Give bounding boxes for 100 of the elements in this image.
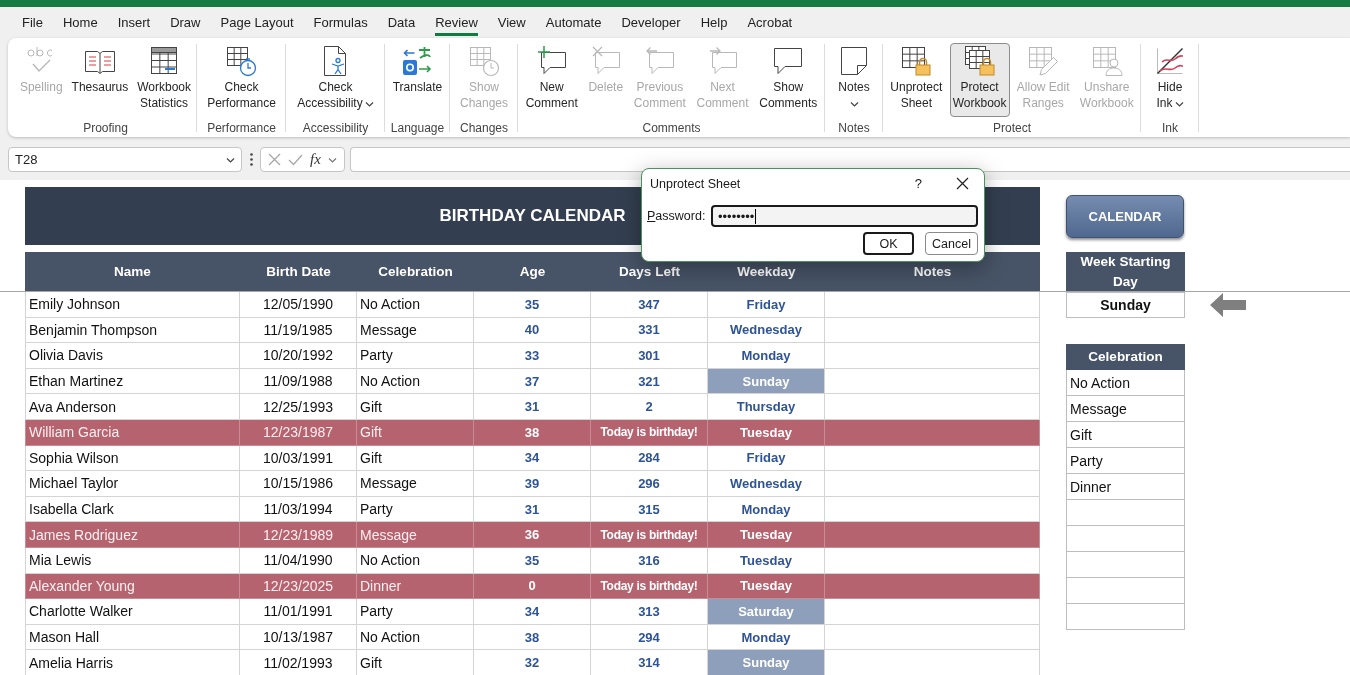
menu-tab[interactable]: Draw bbox=[160, 7, 211, 38]
days-left-value: 2 bbox=[591, 394, 708, 420]
unprotect-sheet-button[interactable]: Unprotect Sheet bbox=[887, 43, 946, 117]
celebration-option: Message bbox=[1066, 396, 1185, 422]
celebration-type: No Action bbox=[357, 547, 474, 574]
table-person-icon bbox=[1090, 45, 1123, 77]
person-name: James Rodriguez bbox=[25, 522, 240, 548]
days-left-value: 296 bbox=[591, 471, 708, 497]
menu-tab[interactable]: Page Layout bbox=[210, 7, 304, 38]
celebration-option: Dinner bbox=[1066, 474, 1185, 500]
menu-tab[interactable]: Home bbox=[52, 7, 108, 38]
weekday-value: Thursday bbox=[708, 394, 825, 420]
weekday-value: Tuesday bbox=[708, 419, 825, 446]
celebration-type: Message bbox=[357, 471, 474, 497]
column-header: Celebration bbox=[357, 252, 474, 291]
menu-tab[interactable]: Acrobat bbox=[737, 7, 803, 38]
person-name: Michael Taylor bbox=[25, 471, 240, 497]
birth-date: 10/20/1992 bbox=[240, 343, 357, 369]
birth-date: 11/04/1990 bbox=[240, 547, 357, 574]
person-name: Olivia Davis bbox=[25, 343, 240, 369]
weekday-value: Saturday bbox=[708, 599, 825, 625]
panel-header: Week Starting Day bbox=[1066, 252, 1185, 291]
weekday-value: Sunday bbox=[708, 368, 825, 395]
birth-date: 11/01/1991 bbox=[240, 599, 357, 625]
age-value: 35 bbox=[474, 547, 591, 574]
person-name: Amelia Harris bbox=[25, 650, 240, 675]
age-value: 36 bbox=[474, 522, 591, 548]
menu-tab[interactable]: Data bbox=[377, 7, 426, 38]
workbook-statistics-button[interactable]: Workbook Statistics bbox=[134, 43, 195, 117]
person-name: Ava Anderson bbox=[25, 394, 240, 420]
speech-bubble-icon bbox=[772, 45, 805, 77]
week-start-value: Sunday bbox=[1066, 292, 1185, 318]
cancel-icon[interactable] bbox=[268, 153, 281, 166]
age-value: 38 bbox=[474, 419, 591, 446]
password-field[interactable]: •••••••• bbox=[711, 205, 978, 227]
days-left-value: Today is birthday! bbox=[591, 522, 708, 548]
menu-tab[interactable]: Automate bbox=[535, 7, 612, 38]
chevron-down-icon[interactable] bbox=[226, 156, 235, 163]
chevron-down-icon[interactable] bbox=[327, 156, 337, 163]
weekday-value: Wednesday bbox=[708, 471, 825, 497]
table-stopwatch-icon bbox=[225, 45, 258, 77]
menu-tab[interactable]: File bbox=[12, 7, 53, 38]
celebration-option: Gift bbox=[1066, 422, 1185, 448]
note-icon bbox=[838, 45, 870, 77]
panel-header: Celebration bbox=[1066, 344, 1185, 370]
cancel-button[interactable]: Cancel bbox=[925, 232, 978, 255]
formula-input[interactable] bbox=[350, 147, 1350, 172]
close-icon[interactable] bbox=[956, 177, 969, 190]
protect-workbook-button[interactable]: Protect Workbook bbox=[949, 43, 1010, 117]
age-value: 34 bbox=[474, 599, 591, 625]
calendar-button[interactable]: CALENDAR bbox=[1066, 195, 1184, 238]
celebration-type: Gift bbox=[357, 650, 474, 675]
age-value: 33 bbox=[474, 343, 591, 369]
menu-tab[interactable]: Developer bbox=[611, 7, 691, 38]
stacked-tables-lock-icon bbox=[963, 45, 996, 77]
password-label: Password: bbox=[647, 209, 707, 223]
speech-bubble-plus-icon bbox=[535, 45, 568, 77]
ribbon-group-label: Comments bbox=[641, 120, 702, 136]
hide-ink-button[interactable]: Hide Ink bbox=[1151, 43, 1189, 117]
menu-tab[interactable]: Help bbox=[690, 7, 738, 38]
new-comment-button[interactable]: New Comment bbox=[522, 43, 581, 117]
thesaurus-button[interactable]: Thesaurus bbox=[68, 43, 132, 117]
chevron-down-icon bbox=[1174, 100, 1184, 107]
menu-tab[interactable]: View bbox=[487, 7, 536, 38]
days-left-value: 316 bbox=[591, 547, 708, 574]
chevron-down-icon bbox=[364, 100, 374, 107]
check-accessibility-button[interactable]: Check Accessibility bbox=[294, 43, 377, 117]
show-comments-button[interactable]: Show Comments bbox=[756, 43, 821, 117]
translate-button[interactable]: Translate bbox=[389, 43, 446, 117]
celebration-option: No Action bbox=[1066, 370, 1185, 396]
check-performance-button[interactable]: Check Performance bbox=[204, 43, 279, 117]
celebration-type: Party bbox=[357, 343, 474, 369]
insert-function-button[interactable]: fx bbox=[310, 151, 321, 168]
days-left-value: Today is birthday! bbox=[591, 419, 708, 446]
ok-button[interactable]: OK bbox=[863, 232, 914, 255]
person-name: Mia Lewis bbox=[25, 547, 240, 574]
menu-tab[interactable]: Formulas bbox=[303, 7, 378, 38]
left-arrow-icon bbox=[1210, 293, 1246, 317]
birth-date: 12/25/1993 bbox=[240, 394, 357, 420]
tick-icon[interactable] bbox=[288, 153, 303, 166]
table-clock-icon bbox=[468, 45, 500, 77]
ribbon-group-label: Language bbox=[389, 120, 446, 136]
birth-date: 11/02/1993 bbox=[240, 650, 357, 675]
chevron-down-icon bbox=[850, 100, 860, 107]
ink-strokes-icon bbox=[1154, 45, 1186, 77]
celebration-type: Message bbox=[357, 522, 474, 548]
age-value: 32 bbox=[474, 650, 591, 675]
table-lock-icon bbox=[900, 45, 933, 77]
weekday-value: Tuesday bbox=[708, 547, 825, 574]
birth-date: 12/23/1989 bbox=[240, 522, 357, 548]
name-box[interactable]: T28 bbox=[8, 147, 242, 172]
notes-button[interactable]: Notes bbox=[835, 43, 873, 117]
celebration-type: Gift bbox=[357, 394, 474, 420]
menu-tab[interactable]: Insert bbox=[107, 7, 161, 38]
weekday-value: Monday bbox=[708, 343, 825, 369]
birth-date: 10/15/1986 bbox=[240, 471, 357, 497]
weekday-value: Sunday bbox=[708, 650, 825, 675]
days-left-value: 301 bbox=[591, 343, 708, 369]
birth-date: 12/23/1987 bbox=[240, 419, 357, 446]
vertical-dots-icon[interactable] bbox=[250, 153, 253, 166]
